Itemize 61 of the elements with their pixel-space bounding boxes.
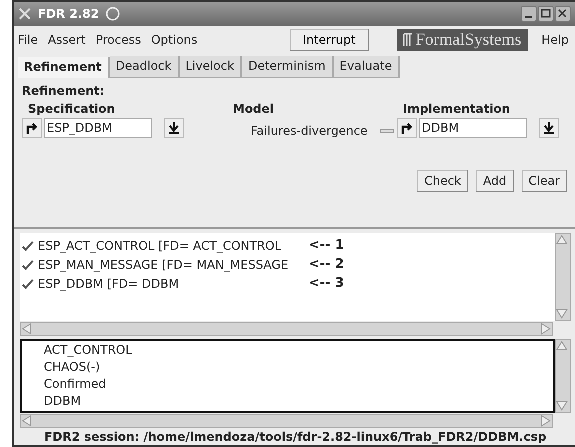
scroll-down-icon	[556, 400, 568, 412]
interrupt-button[interactable]: Interrupt	[290, 29, 369, 51]
annotation: <-- 2	[309, 257, 344, 272]
assertion-item[interactable]: ESP_ACT_CONTROL [FD= ACT_CONTROL	[38, 238, 296, 252]
list-entry[interactable]: Confirmed	[44, 376, 553, 393]
option-menu-icon	[380, 129, 394, 133]
close-icon[interactable]	[555, 6, 571, 22]
browse-button[interactable]	[164, 118, 184, 138]
vertical-scrollbar[interactable]	[556, 340, 570, 412]
window-title: FDR 2.82	[38, 7, 100, 21]
specification-field[interactable]: ESP_DDBM	[44, 118, 152, 138]
list-entry[interactable]: CHAOS(-)	[44, 359, 553, 376]
menu-item[interactable]: Assert	[48, 33, 86, 47]
scroll-right-icon	[540, 415, 552, 427]
list-entry[interactable]: ACT_CONTROL	[44, 342, 553, 359]
vertical-scrollbar[interactable]	[556, 234, 570, 320]
action-button[interactable]: Check	[417, 170, 468, 192]
menu-item[interactable]: Process	[96, 33, 142, 47]
tab[interactable]: Livelock	[180, 56, 242, 78]
assertion-item[interactable]: ESP_DDBM [FD= DDBM	[38, 276, 296, 290]
menu-item[interactable]: Options	[151, 33, 198, 47]
tab[interactable]: Determinism	[242, 56, 334, 78]
field-label: Implementation	[403, 102, 512, 116]
scroll-right-icon	[540, 323, 552, 335]
load-button[interactable]	[397, 118, 417, 138]
action-button[interactable]: Add	[476, 170, 514, 192]
turn-arrow-icon	[400, 121, 414, 135]
annotation: <-- 1	[309, 238, 344, 253]
section-heading: Refinement:	[22, 84, 106, 98]
scroll-left-icon	[21, 415, 33, 427]
status-text: FDR2 session: /home/lmendoza/tools/fdr-2.82-linux6/Trab_FDR2/DDBM.csp	[43, 430, 548, 444]
turn-arrow-icon	[25, 121, 39, 135]
scroll-left-icon	[21, 323, 33, 335]
download-icon	[167, 121, 181, 135]
scroll-up-icon	[556, 234, 568, 246]
implementation-field[interactable]: DDBM	[419, 118, 527, 138]
list-entry[interactable]: DDBM	[44, 393, 553, 410]
menu-item[interactable]: File	[18, 33, 38, 47]
maximize-icon[interactable]	[538, 6, 554, 22]
browse-button[interactable]	[539, 118, 559, 138]
field-label: Model	[233, 102, 276, 116]
load-button[interactable]	[22, 118, 42, 138]
horizontal-scrollbar[interactable]	[21, 415, 552, 427]
annotation: <-- 3	[309, 276, 344, 291]
scroll-up-icon	[556, 340, 568, 352]
model-dropdown[interactable]: Failures-divergence	[251, 124, 394, 138]
download-icon	[542, 121, 556, 135]
sticky-icon	[105, 6, 122, 22]
tab[interactable]: Evaluate	[334, 56, 400, 78]
help-menu[interactable]: Help	[542, 33, 569, 47]
minimize-icon[interactable]	[521, 6, 537, 22]
assertion-item[interactable]: ESP_MAN_MESSAGE [FD= MAN_MESSAGE	[38, 258, 296, 272]
scroll-down-icon	[556, 308, 568, 320]
field-label: Specification	[28, 102, 116, 116]
app-icon	[18, 7, 32, 21]
horizontal-scrollbar[interactable]	[21, 323, 552, 335]
tab[interactable]: Refinement	[18, 57, 110, 78]
action-button[interactable]: Clear	[522, 170, 567, 192]
logo-bars-icon	[402, 32, 413, 48]
tab[interactable]: Deadlock	[110, 56, 180, 78]
logo-text: FormalSystems	[416, 30, 522, 50]
